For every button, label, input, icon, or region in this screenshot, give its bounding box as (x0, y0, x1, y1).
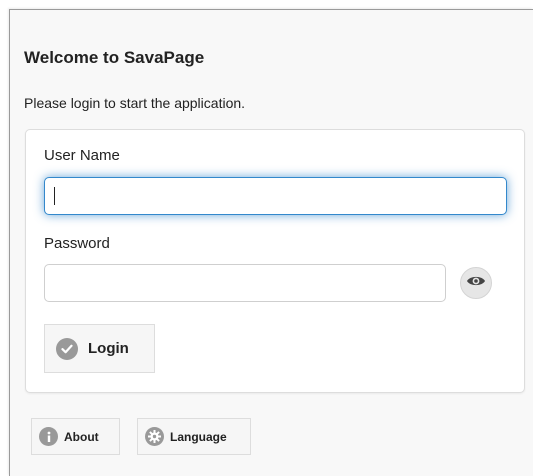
username-label: User Name (44, 147, 120, 164)
text-caret (54, 187, 55, 205)
login-button-label: Login (88, 340, 129, 357)
eye-icon (466, 274, 486, 293)
page-title: Welcome to SavaPage (24, 48, 205, 67)
gear-icon (145, 427, 164, 446)
login-form-card: User Name Password Login (25, 129, 525, 393)
about-button-label: About (64, 429, 99, 444)
intro-text: Please login to start the application. (24, 95, 246, 111)
login-button[interactable]: Login (44, 324, 155, 373)
language-button[interactable]: Language (137, 418, 251, 455)
login-dialog: Welcome to SavaPage Please login to star… (9, 9, 533, 476)
username-input[interactable] (44, 177, 507, 215)
password-label: Password (44, 235, 110, 252)
password-input[interactable] (44, 264, 446, 302)
language-button-label: Language (170, 429, 227, 444)
about-button[interactable]: About (31, 418, 120, 455)
info-icon (39, 427, 58, 446)
show-password-button[interactable] (460, 267, 492, 299)
check-icon (56, 337, 78, 360)
